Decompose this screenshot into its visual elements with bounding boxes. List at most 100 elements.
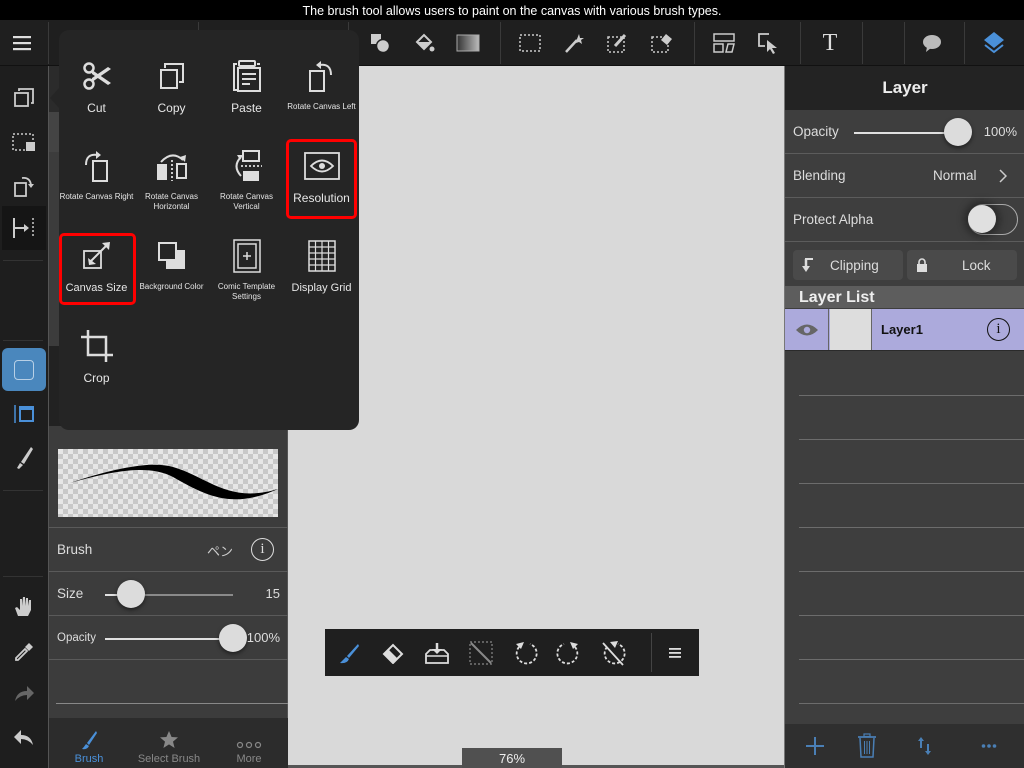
size-value: 15 bbox=[265, 586, 280, 601]
text-tool[interactable]: T bbox=[810, 20, 850, 66]
menu-item-cut[interactable]: Cut bbox=[59, 50, 134, 140]
brush-icon bbox=[82, 731, 97, 750]
layer-panel-footer bbox=[785, 724, 1024, 768]
blending-value: Normal bbox=[933, 168, 977, 183]
undo-button[interactable] bbox=[0, 718, 48, 758]
add-layer-icon bbox=[806, 737, 824, 755]
shape-tool[interactable] bbox=[360, 20, 400, 66]
select-pen-tool[interactable] bbox=[598, 20, 638, 66]
protect-alpha-label: Protect Alpha bbox=[793, 212, 874, 227]
copy-layer-button[interactable] bbox=[0, 78, 48, 118]
color-swatch-button[interactable] bbox=[2, 348, 46, 391]
brush-type-row[interactable]: Brush ペン i bbox=[49, 528, 288, 572]
rotate-button[interactable] bbox=[0, 166, 48, 206]
tab-select-brush[interactable]: Select Brush bbox=[129, 718, 209, 768]
float-deselect-button[interactable] bbox=[459, 629, 503, 676]
layer-row[interactable]: Layer1 i bbox=[785, 309, 1024, 351]
eraser-icon bbox=[382, 643, 404, 664]
layer-opacity-knob[interactable] bbox=[944, 118, 972, 146]
brush-tabs: Brush Select Brush More bbox=[49, 718, 288, 768]
clear-icon bbox=[602, 640, 626, 666]
speech-bubble-tool[interactable] bbox=[912, 20, 952, 66]
redo-button[interactable] bbox=[0, 674, 48, 714]
float-eraser-button[interactable] bbox=[371, 629, 415, 676]
menu-item-label: Rotate Canvas Horizontal bbox=[145, 192, 198, 211]
select-eraser-tool[interactable] bbox=[642, 20, 682, 66]
brush-opacity-knob[interactable] bbox=[219, 624, 247, 652]
size-slider-knob[interactable] bbox=[117, 580, 145, 608]
eyedropper-button[interactable] bbox=[0, 630, 48, 670]
layers-button[interactable] bbox=[974, 20, 1014, 66]
layer-opacity-fill bbox=[854, 132, 958, 134]
scissors-icon bbox=[82, 62, 111, 90]
background-color-icon bbox=[157, 242, 185, 269]
layer-more-button[interactable] bbox=[959, 724, 1019, 768]
layer-opacity-value: 100% bbox=[983, 124, 1017, 139]
tab-brush[interactable]: Brush bbox=[49, 718, 129, 768]
brush-info-button[interactable]: i bbox=[251, 538, 274, 561]
select-rect-tool[interactable] bbox=[510, 20, 550, 66]
layer-opacity-label: Opacity bbox=[793, 124, 839, 139]
menu-icon bbox=[669, 647, 681, 658]
brush-tool-button[interactable] bbox=[0, 438, 48, 478]
window-button[interactable] bbox=[0, 394, 48, 434]
menu-item-label: Rotate Canvas Right bbox=[59, 192, 134, 201]
star-icon bbox=[160, 731, 178, 748]
floating-toolbar bbox=[325, 629, 699, 676]
menu-button[interactable] bbox=[2, 20, 42, 66]
speech-bubble-icon bbox=[923, 35, 941, 52]
brush-label: Brush bbox=[57, 542, 93, 557]
menu-item-rotate-canvas-left[interactable]: Rotate Canvas Left bbox=[284, 50, 359, 140]
menu-item-paste[interactable]: Paste bbox=[209, 50, 284, 140]
delete-layer-button[interactable] bbox=[837, 724, 897, 768]
tab-more[interactable]: More bbox=[209, 718, 289, 768]
layer-panel: Layer Opacity 100% Blending Normal Prote… bbox=[784, 66, 1024, 768]
menu-item-background-color[interactable]: Background Color bbox=[134, 230, 209, 320]
menu-item-comic-template-settings[interactable]: Comic Template Settings bbox=[209, 230, 284, 320]
size-row: Size 15 bbox=[49, 572, 288, 616]
clipping-button[interactable]: Clipping bbox=[793, 250, 903, 280]
gradient-tool[interactable] bbox=[448, 20, 488, 66]
brush-icon bbox=[17, 447, 33, 469]
menu-item-label: Crop bbox=[83, 371, 110, 385]
blending-row[interactable]: Blending Normal bbox=[785, 154, 1024, 198]
layer-visibility-toggle[interactable] bbox=[785, 309, 829, 350]
reorder-layer-button[interactable] bbox=[895, 724, 955, 768]
layer-info-button[interactable]: i bbox=[987, 318, 1010, 341]
copy-icon bbox=[159, 63, 184, 89]
info-icon: i bbox=[260, 541, 265, 557]
canvas-size-highlight bbox=[59, 233, 136, 305]
protect-alpha-toggle[interactable] bbox=[968, 204, 1018, 235]
menu-item-rotate-canvas-vertical[interactable]: Rotate Canvas Vertical bbox=[209, 140, 284, 230]
hand-tool-button[interactable] bbox=[0, 586, 48, 626]
add-layer-button[interactable] bbox=[785, 724, 845, 768]
float-redo-button[interactable] bbox=[547, 629, 591, 676]
float-import-button[interactable] bbox=[415, 629, 459, 676]
menu-item-rotate-canvas-horizontal[interactable]: Rotate Canvas Horizontal bbox=[134, 140, 209, 230]
opacity-label: Opacity bbox=[57, 632, 96, 644]
marquee-icon bbox=[519, 34, 541, 52]
menu-item-crop[interactable]: Crop bbox=[59, 320, 134, 410]
gradient-icon bbox=[456, 34, 480, 52]
float-clear-button[interactable] bbox=[591, 629, 635, 676]
fill-tool[interactable] bbox=[404, 20, 444, 66]
operation-tool[interactable] bbox=[748, 20, 788, 66]
zoom-level: 76% bbox=[462, 748, 562, 768]
menu-item-display-grid[interactable]: Display Grid bbox=[284, 230, 359, 320]
redo-icon bbox=[15, 686, 34, 701]
float-menu-button[interactable] bbox=[653, 629, 697, 676]
brush-opacity-fill bbox=[105, 638, 233, 640]
flip-guide-button[interactable] bbox=[0, 208, 48, 248]
menu-item-label: Display Grid bbox=[291, 282, 352, 294]
menu-item-copy[interactable]: Copy bbox=[134, 50, 209, 140]
lock-button[interactable]: Lock bbox=[907, 250, 1017, 280]
magic-wand-tool[interactable] bbox=[554, 20, 594, 66]
tooltip-caption: The brush tool allows users to paint on … bbox=[0, 0, 1024, 20]
frame-divider-tool[interactable] bbox=[704, 20, 744, 66]
tab-select-brush-label: Select Brush bbox=[137, 753, 201, 765]
float-brush-button[interactable] bbox=[327, 629, 371, 676]
menu-item-rotate-canvas-right[interactable]: Rotate Canvas Right bbox=[59, 140, 134, 230]
float-undo-button[interactable] bbox=[503, 629, 547, 676]
selection-transform-icon bbox=[12, 133, 35, 151]
selection-transform-button[interactable] bbox=[0, 122, 48, 162]
